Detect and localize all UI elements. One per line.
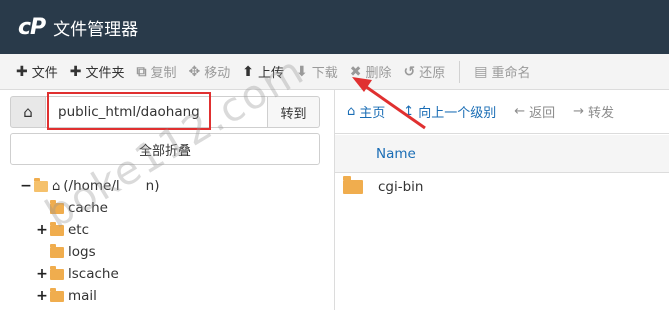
path-input[interactable] bbox=[46, 96, 268, 128]
restore-icon: ↺ bbox=[403, 63, 416, 80]
table-row[interactable]: cgi-bin bbox=[335, 173, 669, 201]
upload-button[interactable]: ⬆ 上传 bbox=[236, 58, 290, 86]
new-file-button[interactable]: ✚ 文件 bbox=[10, 58, 64, 86]
upload-label: 上传 bbox=[258, 66, 285, 81]
forward-button[interactable]: → 转发 bbox=[573, 102, 614, 121]
rename-label: 重命名 bbox=[491, 66, 531, 81]
home-button[interactable]: ⌂ 主页 bbox=[347, 102, 385, 121]
new-folder-button[interactable]: ✚ 文件夹 bbox=[64, 58, 131, 86]
copy-button[interactable]: ⧉ 复制 bbox=[131, 58, 183, 86]
app-header: cP 文件管理器 bbox=[0, 0, 669, 54]
page-title: 文件管理器 bbox=[53, 19, 139, 40]
tree-item-label: lscache bbox=[68, 266, 119, 282]
move-button[interactable]: ✥ 移动 bbox=[183, 58, 237, 86]
back-icon: ← bbox=[514, 104, 526, 119]
move-icon: ✥ bbox=[188, 63, 201, 80]
home-label: 主页 bbox=[359, 106, 386, 121]
folder-icon bbox=[50, 265, 64, 280]
new-folder-label: 文件夹 bbox=[85, 66, 125, 81]
home-directory-button[interactable]: ⌂ bbox=[10, 96, 46, 128]
plus-icon: ✚ bbox=[16, 63, 28, 80]
new-file-label: 文件 bbox=[31, 66, 58, 81]
back-label: 返回 bbox=[529, 106, 556, 121]
download-icon: ⬇ bbox=[296, 63, 308, 80]
folder-icon bbox=[343, 176, 363, 194]
file-name: cgi-bin bbox=[378, 179, 424, 195]
plus-icon: ✚ bbox=[69, 63, 82, 80]
delete-icon: ✖ bbox=[349, 63, 362, 80]
delete-label: 删除 bbox=[365, 66, 392, 81]
file-table-header: Name bbox=[335, 135, 669, 173]
tree-item-label: mail bbox=[68, 288, 97, 304]
name-column-header[interactable]: Name bbox=[376, 146, 416, 162]
tree-item-label: logs bbox=[68, 244, 96, 260]
copy-icon: ⧉ bbox=[136, 63, 147, 80]
path-bar: ⌂ 转到 bbox=[10, 96, 320, 128]
up-level-icon: ↥ bbox=[403, 104, 415, 119]
folder-icon bbox=[50, 199, 64, 214]
expand-toggle-icon[interactable]: + bbox=[36, 288, 48, 304]
upload-icon: ⬆ bbox=[242, 63, 254, 80]
forward-label: 转发 bbox=[588, 106, 615, 121]
tree-root-label: (/home/l bbox=[63, 178, 120, 194]
cpanel-logo: cP bbox=[18, 14, 46, 40]
directory-panel: ⌂ 转到 全部折叠 − ⌂ (/home/l n) cache + etc lo… bbox=[0, 90, 330, 310]
tree-item-cache[interactable]: cache bbox=[36, 198, 108, 218]
rename-button[interactable]: ▤ 重命名 bbox=[468, 58, 536, 86]
toolbar-divider bbox=[459, 60, 461, 83]
expand-toggle-icon[interactable]: + bbox=[36, 266, 48, 282]
main-toolbar: ✚ 文件 ✚ 文件夹 ⧉ 复制 ✥ 移动 ⬆ 上传 ⬇ 下载 ✖ 删除 ↺ 还原 ▤ 重命名 bbox=[0, 54, 669, 90]
tree-root[interactable]: − ⌂ (/home/l n) bbox=[20, 176, 159, 196]
copy-label: 复制 bbox=[150, 66, 177, 81]
tree-item-label: cache bbox=[68, 200, 108, 216]
folder-icon bbox=[50, 243, 64, 258]
rename-icon: ▤ bbox=[474, 63, 488, 80]
home-icon: ⌂ bbox=[347, 104, 356, 119]
delete-button[interactable]: ✖ 删除 bbox=[344, 58, 398, 86]
collapse-toggle-icon[interactable]: − bbox=[20, 178, 32, 194]
tree-root-label-end: n) bbox=[145, 178, 160, 194]
tree-item-label: etc bbox=[68, 222, 90, 238]
forward-icon: → bbox=[573, 104, 585, 119]
home-icon: ⌂ bbox=[52, 178, 61, 194]
tree-item-logs[interactable]: logs bbox=[36, 242, 96, 262]
folder-icon bbox=[50, 287, 64, 302]
tree-item-mail[interactable]: + mail bbox=[36, 286, 97, 306]
collapse-all-button[interactable]: 全部折叠 bbox=[10, 133, 320, 165]
folder-open-icon bbox=[34, 177, 48, 192]
tree-item-etc[interactable]: + etc bbox=[36, 220, 89, 240]
navigation-toolbar: ⌂ 主页 ↥ 向上一个级别 ← 返回 → 转发 bbox=[335, 90, 669, 134]
home-icon: ⌂ bbox=[23, 103, 33, 121]
expand-toggle-icon[interactable]: + bbox=[36, 222, 48, 238]
back-button[interactable]: ← 返回 bbox=[514, 102, 555, 121]
up-one-level-label: 向上一个级别 bbox=[418, 106, 497, 121]
restore-button[interactable]: ↺ 还原 bbox=[398, 58, 452, 86]
folder-icon bbox=[50, 221, 64, 236]
move-label: 移动 bbox=[204, 66, 231, 81]
restore-label: 还原 bbox=[419, 66, 446, 81]
tree-item-lscache[interactable]: + lscache bbox=[36, 264, 119, 284]
download-button[interactable]: ⬇ 下载 bbox=[290, 58, 344, 86]
up-one-level-button[interactable]: ↥ 向上一个级别 bbox=[403, 102, 496, 121]
go-button[interactable]: 转到 bbox=[268, 96, 320, 128]
download-label: 下载 bbox=[311, 66, 338, 81]
